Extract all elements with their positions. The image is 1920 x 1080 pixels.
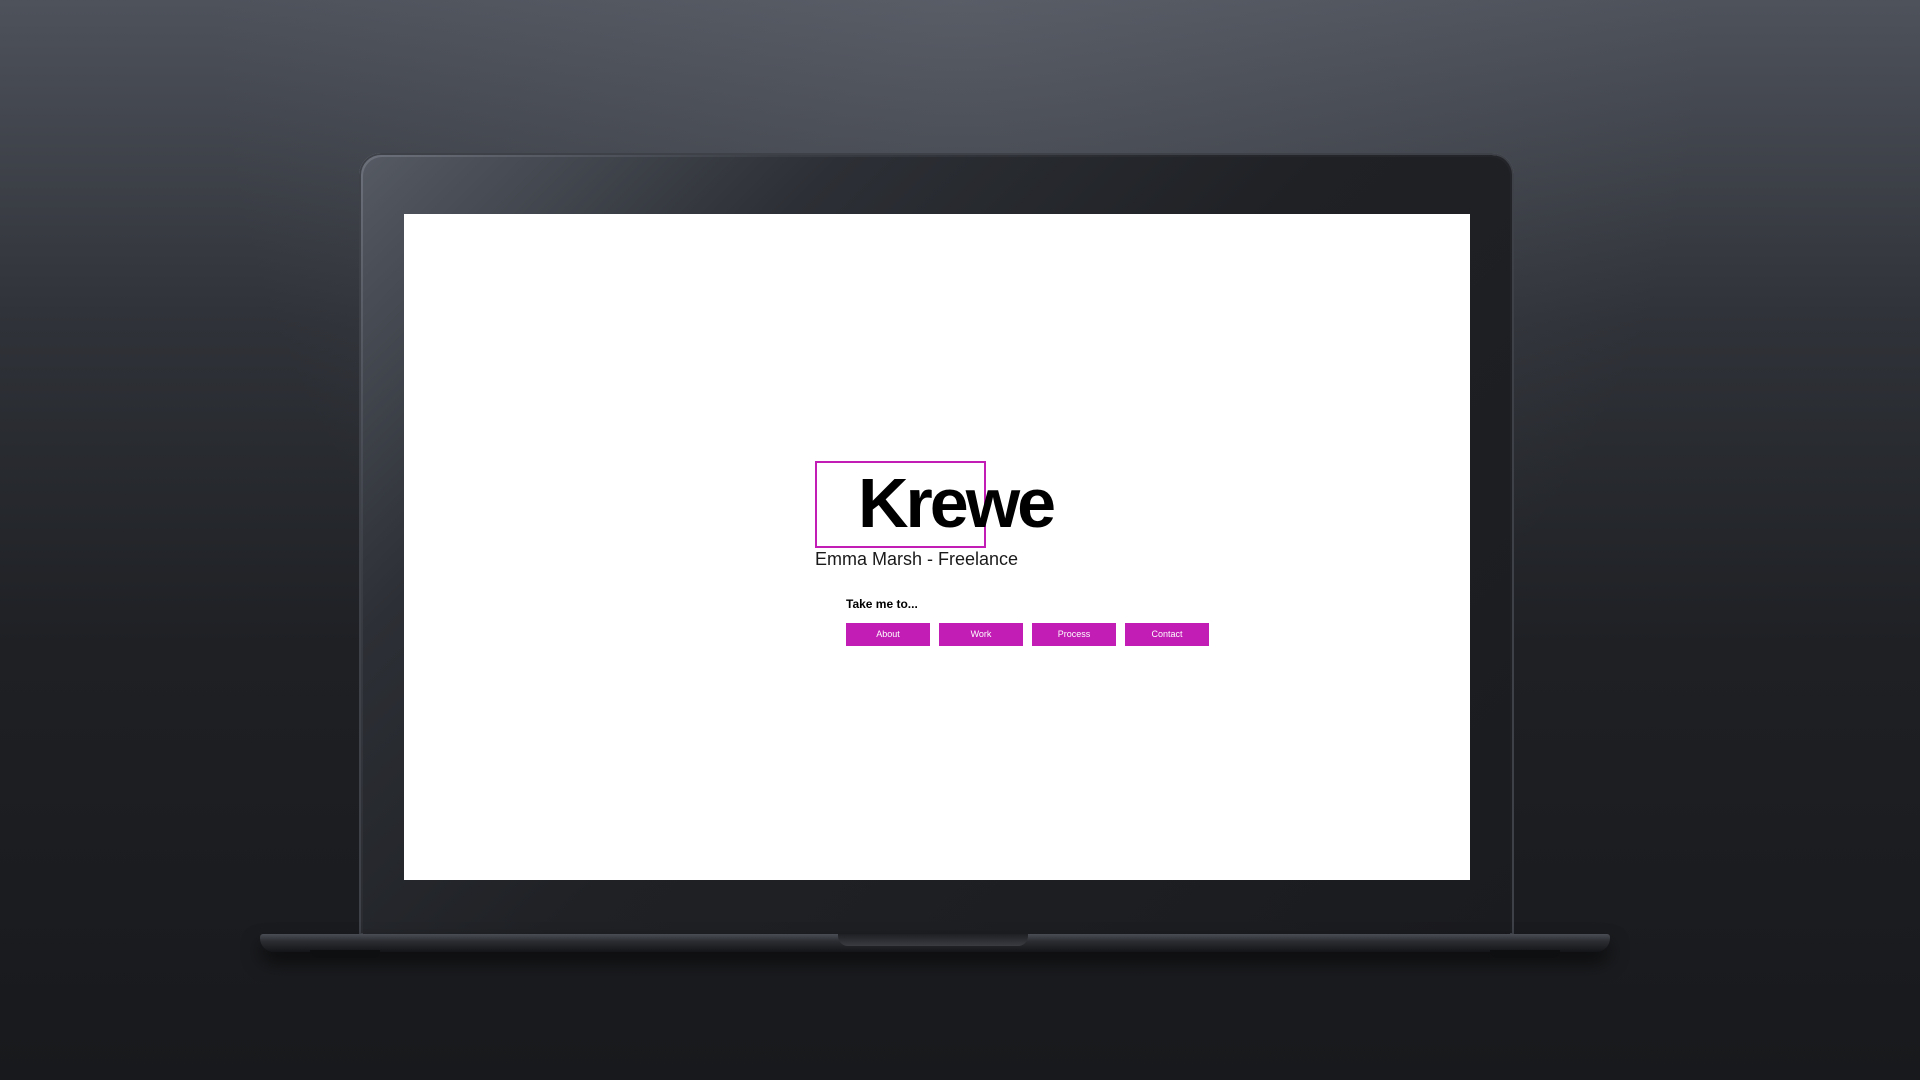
laptop-screen: Krewe Emma Marsh - Freelance Take me to.… bbox=[404, 214, 1470, 880]
process-button[interactable]: Process bbox=[1032, 623, 1116, 646]
work-button[interactable]: Work bbox=[939, 623, 1023, 646]
site-logo[interactable]: Krewe bbox=[858, 461, 1056, 545]
nav-heading: Take me to... bbox=[846, 597, 918, 611]
laptop-foot-left bbox=[310, 950, 380, 958]
site-subtitle: Emma Marsh - Freelance bbox=[815, 549, 1019, 569]
about-button[interactable]: About bbox=[846, 623, 930, 646]
laptop-hinge-notch bbox=[838, 934, 1028, 946]
nav-button-group: About Work Process Contact bbox=[846, 623, 1209, 646]
contact-button[interactable]: Contact bbox=[1125, 623, 1209, 646]
laptop-foot-right bbox=[1490, 950, 1560, 958]
